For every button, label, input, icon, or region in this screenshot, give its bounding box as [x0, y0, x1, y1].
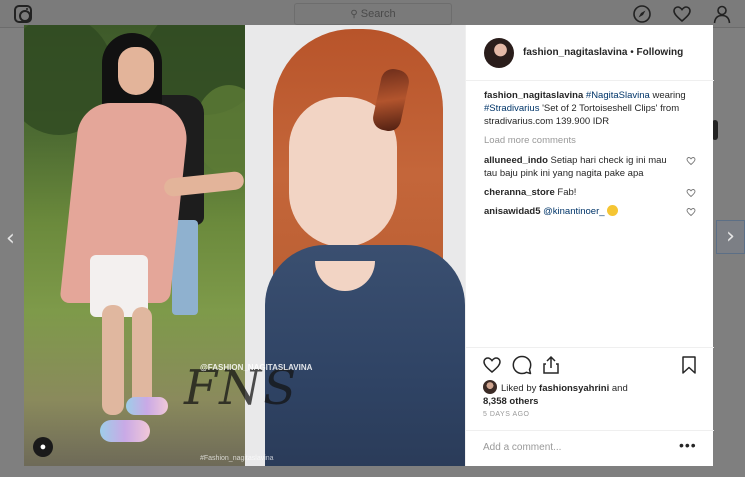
username-link[interactable]: fashion_nagitaslavina [523, 47, 627, 58]
post-caption: fashion_nagitaslavina #NagitaSlavina wea… [484, 89, 698, 128]
post-timestamp[interactable]: 5 DAYS AGO [483, 411, 530, 418]
like-comment-heart-icon[interactable] [686, 156, 696, 166]
comment-item: anisawidad5 @kinantinoer_ [484, 205, 698, 218]
instagram-logo-icon[interactable] [14, 5, 32, 23]
comment-bubble-icon[interactable] [512, 355, 532, 375]
caption-text: wearing [649, 90, 686, 101]
compass-icon[interactable] [632, 4, 652, 24]
watermark-hashtag: #Fashion_nagitaslavina [200, 455, 274, 462]
comment-item: cheranna_store Fab! [484, 186, 698, 199]
add-comment-input[interactable] [483, 442, 663, 453]
comments-list: fashion_nagitaslavina #NagitaSlavina wea… [484, 89, 698, 224]
separator-dot: • [627, 47, 637, 58]
load-more-comments-button[interactable]: Load more comments [484, 134, 698, 147]
avatar [483, 380, 497, 394]
likes-count-link[interactable]: 8,358 others [483, 396, 538, 407]
watermark-handle: @FASHION_NAGITASLAVINA [200, 363, 313, 372]
grimace-emoji-icon [607, 205, 619, 216]
like-comment-heart-icon[interactable] [686, 188, 696, 198]
hashtag-link[interactable]: #NagitaSlavina [586, 90, 650, 101]
comment-username[interactable]: alluneed_indo [484, 155, 548, 166]
comment-username[interactable]: anisawidad5 [484, 206, 541, 217]
top-navigation-bar: ⚲ Search [0, 0, 745, 28]
comment-item: alluneed_indo Setiap hari check ig ini m… [484, 154, 698, 180]
post-author: fashion_nagitaslavina • Following [523, 47, 683, 58]
avatar[interactable] [484, 38, 514, 68]
heart-icon[interactable] [672, 4, 692, 24]
user-tag-icon[interactable]: ● [33, 437, 53, 457]
search-placeholder: Search [360, 8, 396, 20]
share-icon[interactable] [541, 355, 561, 375]
post-header: fashion_nagitaslavina • Following [466, 25, 714, 81]
profile-icon[interactable] [712, 4, 732, 24]
mention-link[interactable]: @kinantinoer_ [543, 206, 604, 217]
like-heart-icon[interactable] [482, 355, 502, 375]
post-image[interactable]: FNS @FASHION_NAGITASLAVINA #Fashion_nagi… [24, 25, 465, 466]
post-actions: Liked by fashionsyahrini and 8,358 other… [466, 347, 714, 427]
more-options-button[interactable]: ••• [679, 437, 697, 453]
post-side-panel: fashion_nagitaslavina • Following fashio… [465, 25, 714, 466]
liked-by-prefix: Liked by [501, 383, 540, 394]
chevron-right-icon[interactable]: › [716, 220, 745, 254]
search-box[interactable]: ⚲ Search [294, 3, 452, 25]
liked-by-and: and [609, 383, 628, 394]
caption-username[interactable]: fashion_nagitaslavina [484, 90, 583, 101]
likes-summary: Liked by fashionsyahrini and 8,358 other… [483, 380, 628, 408]
chevron-left-icon[interactable]: ‹ [6, 226, 15, 251]
hashtag-link[interactable]: #Stradivarius [484, 103, 539, 114]
post-modal: FNS @FASHION_NAGITASLAVINA #Fashion_nagi… [24, 25, 714, 466]
comment-username[interactable]: cheranna_store [484, 187, 555, 198]
following-button[interactable]: Following [637, 47, 684, 58]
search-icon: ⚲ [350, 9, 358, 20]
comment-text: Fab! [557, 187, 577, 198]
liked-by-username[interactable]: fashionsyahrini [539, 383, 609, 394]
like-comment-heart-icon[interactable] [686, 207, 696, 217]
add-comment-bar: ••• [466, 430, 714, 466]
bookmark-icon[interactable] [679, 355, 699, 375]
